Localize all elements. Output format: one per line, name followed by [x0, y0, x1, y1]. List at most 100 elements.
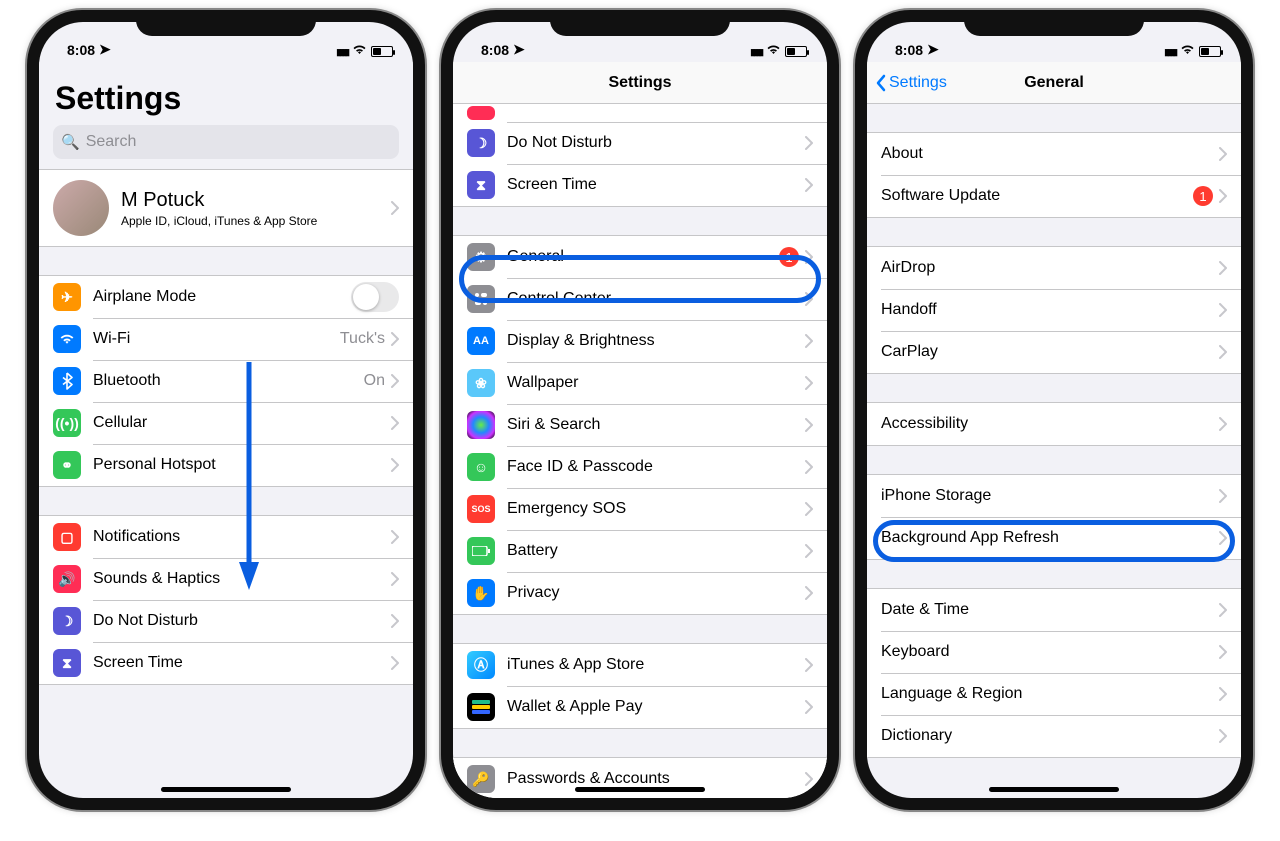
row-cellular[interactable]: ((•)) Cellular	[39, 402, 413, 444]
row-accessibility[interactable]: Accessibility	[867, 403, 1241, 445]
home-indicator[interactable]	[161, 787, 291, 792]
row-partial-top[interactable]	[453, 104, 827, 122]
datetime-label: Date & Time	[881, 601, 1219, 619]
chevron-right-icon	[1219, 261, 1227, 275]
row-carplay[interactable]: CarPlay	[867, 331, 1241, 373]
gear-icon: ⚙	[467, 243, 495, 271]
status-time: 8:08	[895, 42, 923, 58]
row-bluetooth[interactable]: Bluetooth On	[39, 360, 413, 402]
battery-icon	[371, 46, 393, 57]
row-notifications[interactable]: ▢ Notifications	[39, 516, 413, 558]
nav-title: Settings	[608, 74, 671, 92]
battery-icon	[1199, 46, 1221, 57]
about-label: About	[881, 145, 1219, 163]
row-airdrop[interactable]: AirDrop	[867, 247, 1241, 289]
row-screentime[interactable]: ⧗ Screen Time	[453, 164, 827, 206]
row-keyboard[interactable]: Keyboard	[867, 631, 1241, 673]
row-privacy[interactable]: ✋ Privacy	[453, 572, 827, 614]
row-faceid[interactable]: ☺ Face ID & Passcode	[453, 446, 827, 488]
row-itunes[interactable]: Ⓐ iTunes & App Store	[453, 644, 827, 686]
screentime-label: Screen Time	[93, 654, 391, 672]
row-software-update[interactable]: Software Update 1	[867, 175, 1241, 217]
bgrefresh-label: Background App Refresh	[881, 529, 1219, 547]
airplane-switch[interactable]	[351, 282, 399, 312]
row-display[interactable]: AA Display & Brightness	[453, 320, 827, 362]
general-badge: 1	[779, 247, 799, 267]
location-icon: ➤	[927, 41, 939, 58]
row-handoff[interactable]: Handoff	[867, 289, 1241, 331]
row-screentime[interactable]: ⧗ Screen Time	[39, 642, 413, 684]
row-sounds[interactable]: 🔊 Sounds & Haptics	[39, 558, 413, 600]
chevron-right-icon	[805, 658, 813, 672]
row-bg-refresh[interactable]: Background App Refresh	[867, 517, 1241, 559]
row-wallet[interactable]: Wallet & Apple Pay	[453, 686, 827, 728]
chevron-right-icon	[1219, 189, 1227, 203]
row-dictionary[interactable]: Dictionary	[867, 715, 1241, 757]
row-siri[interactable]: Siri & Search	[453, 404, 827, 446]
storage-group: iPhone Storage Background App Refresh	[867, 474, 1241, 560]
row-general[interactable]: ⚙ General 1	[453, 236, 827, 278]
chevron-right-icon	[391, 416, 399, 430]
privacy-icon: ✋	[467, 579, 495, 607]
row-wifi[interactable]: Wi-Fi Tuck's	[39, 318, 413, 360]
chevron-right-icon	[805, 460, 813, 474]
row-datetime[interactable]: Date & Time	[867, 589, 1241, 631]
row-battery[interactable]: Battery	[453, 530, 827, 572]
search-input[interactable]: 🔍 Search	[53, 125, 399, 159]
chevron-right-icon	[391, 374, 399, 388]
notch	[964, 10, 1144, 36]
display-icon: AA	[467, 327, 495, 355]
notch	[550, 10, 730, 36]
dictionary-label: Dictionary	[881, 727, 1219, 745]
dnd-label: Do Not Disturb	[507, 134, 805, 152]
search-icon: 🔍	[61, 133, 80, 151]
faceid-icon: ☺	[467, 453, 495, 481]
phone-frame-1: 8:08➤ Settings 🔍 Search M Potuck	[27, 10, 425, 810]
notifications-icon: ▢	[53, 523, 81, 551]
chevron-right-icon	[1219, 603, 1227, 617]
scroll-down-arrow	[237, 362, 261, 597]
chevron-right-icon	[805, 292, 813, 306]
airdrop-label: AirDrop	[881, 259, 1219, 277]
control-center-icon	[467, 285, 495, 313]
row-control-center[interactable]: Control Center	[453, 278, 827, 320]
row-about[interactable]: About	[867, 133, 1241, 175]
back-button[interactable]: Settings	[875, 74, 947, 92]
home-indicator[interactable]	[989, 787, 1119, 792]
wifi-icon	[1180, 44, 1195, 58]
control-center-label: Control Center	[507, 290, 805, 308]
home-indicator[interactable]	[575, 787, 705, 792]
row-langregion[interactable]: Language & Region	[867, 673, 1241, 715]
chevron-right-icon	[805, 772, 813, 786]
row-dnd[interactable]: ☽ Do Not Disturb	[453, 122, 827, 164]
status-time: 8:08	[481, 42, 509, 58]
page-title: Settings	[39, 62, 413, 125]
phone-frame-3: 8:08➤ Settings General About	[855, 10, 1253, 810]
dnd-label: Do Not Disturb	[93, 612, 391, 630]
row-sos[interactable]: SOS Emergency SOS	[453, 488, 827, 530]
row-wallpaper[interactable]: ❀ Wallpaper	[453, 362, 827, 404]
storage-label: iPhone Storage	[881, 487, 1219, 505]
row-hotspot[interactable]: ⚭ Personal Hotspot	[39, 444, 413, 486]
wifi-row-icon	[53, 325, 81, 353]
location-icon: ➤	[99, 41, 111, 58]
sounds-icon: 🔊	[53, 565, 81, 593]
battery-icon	[785, 46, 807, 57]
chevron-right-icon	[805, 250, 813, 264]
wifi-value: Tuck's	[340, 330, 385, 348]
chevron-right-icon	[391, 656, 399, 670]
battery-row-icon	[467, 537, 495, 565]
row-airplane[interactable]: ✈ Airplane Mode	[39, 276, 413, 318]
chevron-right-icon	[805, 544, 813, 558]
row-dnd[interactable]: ☽ Do Not Disturb	[39, 600, 413, 642]
store-group: Ⓐ iTunes & App Store Wallet & Apple Pay	[453, 643, 827, 729]
chevron-right-icon	[391, 530, 399, 544]
row-iphone-storage[interactable]: iPhone Storage	[867, 475, 1241, 517]
row-passwords[interactable]: 🔑 Passwords & Accounts	[453, 758, 827, 798]
profile-row[interactable]: M Potuck Apple ID, iCloud, iTunes & App …	[39, 170, 413, 246]
carplay-label: CarPlay	[881, 343, 1219, 361]
software-label: Software Update	[881, 187, 1193, 205]
back-label: Settings	[889, 74, 947, 92]
airplane-icon: ✈	[53, 283, 81, 311]
chevron-right-icon	[1219, 531, 1227, 545]
